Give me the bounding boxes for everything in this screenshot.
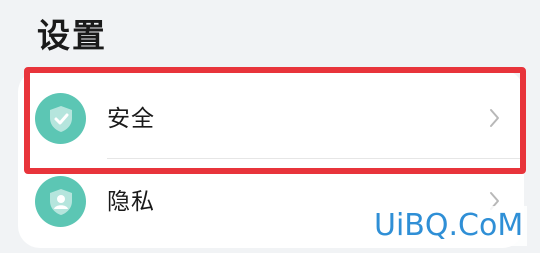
watermark: UiBQ.CoM (370, 206, 528, 246)
highlight-annotation-box (24, 67, 526, 174)
settings-item-label: 隐私 (107, 189, 155, 215)
shield-person-icon (49, 188, 72, 215)
privacy-icon-badge (35, 176, 86, 227)
page-title: 设置 (37, 16, 107, 55)
